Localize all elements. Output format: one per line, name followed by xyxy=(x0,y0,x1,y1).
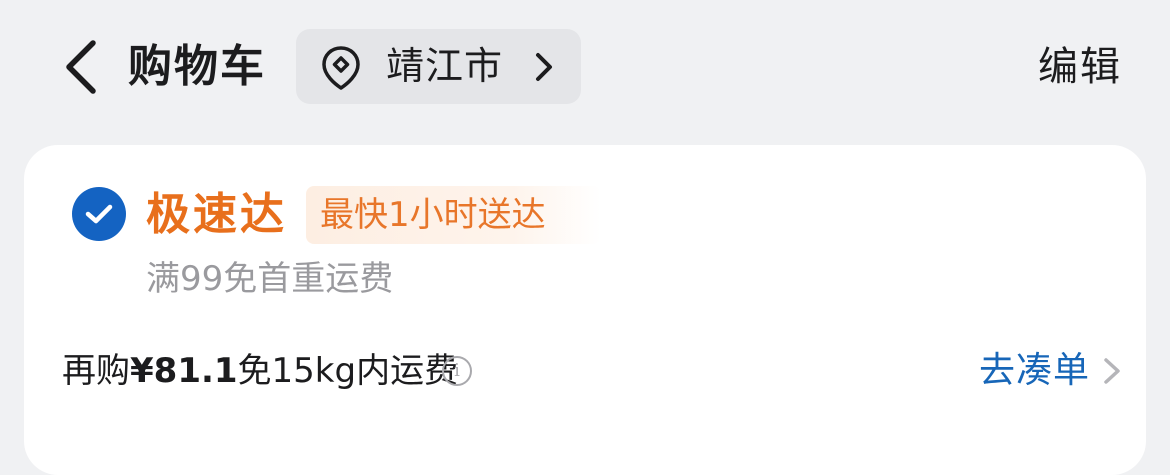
store-name: 极速达 xyxy=(146,189,287,240)
promo-text: 再购¥81.1免15kg内运费 xyxy=(62,343,458,399)
chevron-left-icon xyxy=(66,40,96,94)
location-pin-icon xyxy=(322,46,360,90)
edit-button[interactable]: 编辑 xyxy=(1038,40,1122,94)
location-selector[interactable]: 靖江市 xyxy=(296,29,581,104)
free-shipping-promo: 再购¥81.1免15kg内运费 i 去凑单 xyxy=(62,343,1122,399)
promo-prefix: 再购 xyxy=(62,351,130,391)
go-add-label: 去凑单 xyxy=(978,350,1090,391)
shipping-note: 满99免首重运费 xyxy=(146,259,394,299)
page-title: 购物车 xyxy=(128,41,266,92)
header-bar: 购物车 靖江市 编辑 xyxy=(0,0,1170,135)
promo-suffix: 免15kg内运费 xyxy=(237,351,459,391)
store-group-card: 极速达 最快1小时送达 满99免首重运费 再购¥81.1免15kg内运费 i 去… xyxy=(24,145,1146,475)
back-button[interactable] xyxy=(58,38,102,96)
info-icon[interactable]: i xyxy=(442,356,472,386)
delivery-tag: 最快1小时送达 xyxy=(306,186,601,244)
store-select-checkbox[interactable] xyxy=(72,187,126,241)
go-add-items-button[interactable]: 去凑单 xyxy=(979,343,1122,399)
promo-amount: ¥81.1 xyxy=(130,351,238,391)
chevron-right-icon xyxy=(536,53,552,81)
check-icon xyxy=(85,204,113,224)
chevron-right-icon xyxy=(1104,358,1120,384)
location-city: 靖江市 xyxy=(386,44,504,88)
